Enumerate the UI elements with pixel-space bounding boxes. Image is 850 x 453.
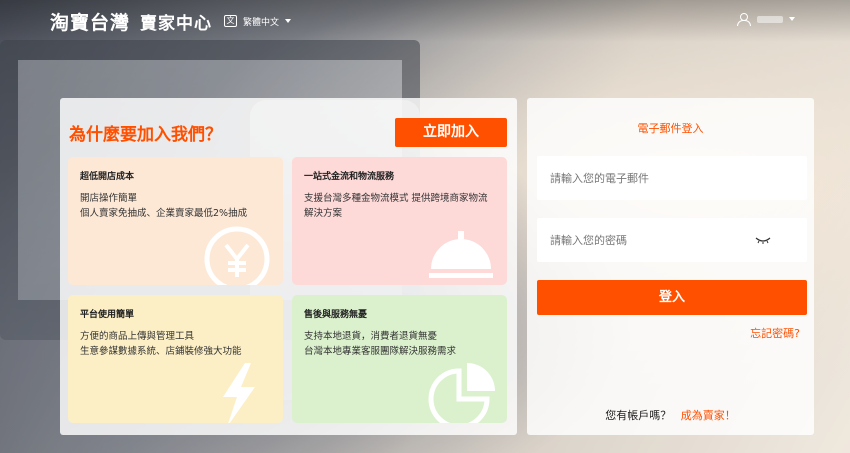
benefit-card-low-cost: 超低開店成本 開店操作簡單 個人賣家免抽成、企業賣家最低2%抽成 [68,157,283,285]
language-label: 繁體中文 [243,17,280,28]
service-bell-icon [429,231,493,278]
login-panel: 電子郵件登入 登入 忘記密碼? 您有帳戶嗎？ 成為賣家！ [527,98,814,435]
yen-coin-icon [204,226,270,285]
top-header: 淘寶台灣 賣家中心 文 繁體中文 [0,0,850,42]
promo-panel: 為什麼要加入我們？ 立即加入 超低開店成本 開店操作簡單 個人賣家免抽成、企業賣… [60,98,517,435]
card-line: 支持本地退貨，消費者退貨無憂 [304,331,438,342]
email-field[interactable] [537,156,807,200]
card-title: 一站式金流和物流服務 [304,172,395,182]
brand-logo[interactable]: 淘寶台灣 [50,8,130,35]
pie-chart-icon [428,363,495,423]
user-icon [737,13,751,26]
user-name-redacted [757,15,783,23]
language-icon: 文 [224,15,238,27]
benefit-card-easy-to-use: 平台使用簡單 方便的商品上傳與管理工具 生意參謀數據系統、店鋪裝修強大功能 [68,295,283,423]
promo-heading: 為什麼要加入我們？ [69,125,222,145]
card-line: 開店操作簡單 [80,193,138,204]
join-now-button[interactable]: 立即加入 [395,118,507,147]
chevron-down-icon [789,17,795,21]
signup-prompt: 您有帳戶嗎？ 成為賣家！ [527,407,814,423]
forgot-password-link[interactable]: 忘記密碼? [750,325,800,341]
card-title: 售後與服務無憂 [304,310,368,320]
email-login-title: 電子郵件登入 [637,122,704,135]
card-title: 超低開店成本 [80,172,135,182]
brand-subtitle: 賣家中心 [140,13,213,34]
lightning-icon [223,363,255,423]
chevron-down-icon [285,19,292,23]
user-menu[interactable] [737,13,795,26]
benefit-card-after-sales: 售後與服務無憂 支持本地退貨，消費者退貨無憂 台灣本地專業客服團隊解決服務需求 [292,295,507,423]
benefit-card-payment-logistics: 一站式金流和物流服務 支援台灣多種金物流模式 提供跨境商家物流 解決方案 [292,157,507,285]
language-selector[interactable]: 文 繁體中文 [224,15,292,28]
card-title: 平台使用簡單 [80,310,135,320]
has-account-text: 您有帳戶嗎？ [605,409,672,422]
login-button[interactable]: 登入 [537,280,807,315]
card-line: 支援台灣多種金物流模式 提供跨境商家物流 [304,193,488,204]
become-seller-link[interactable]: 成為賣家！ [681,409,736,422]
card-line: 方便的商品上傳與管理工具 [80,331,195,342]
eye-closed-icon[interactable] [755,236,771,244]
